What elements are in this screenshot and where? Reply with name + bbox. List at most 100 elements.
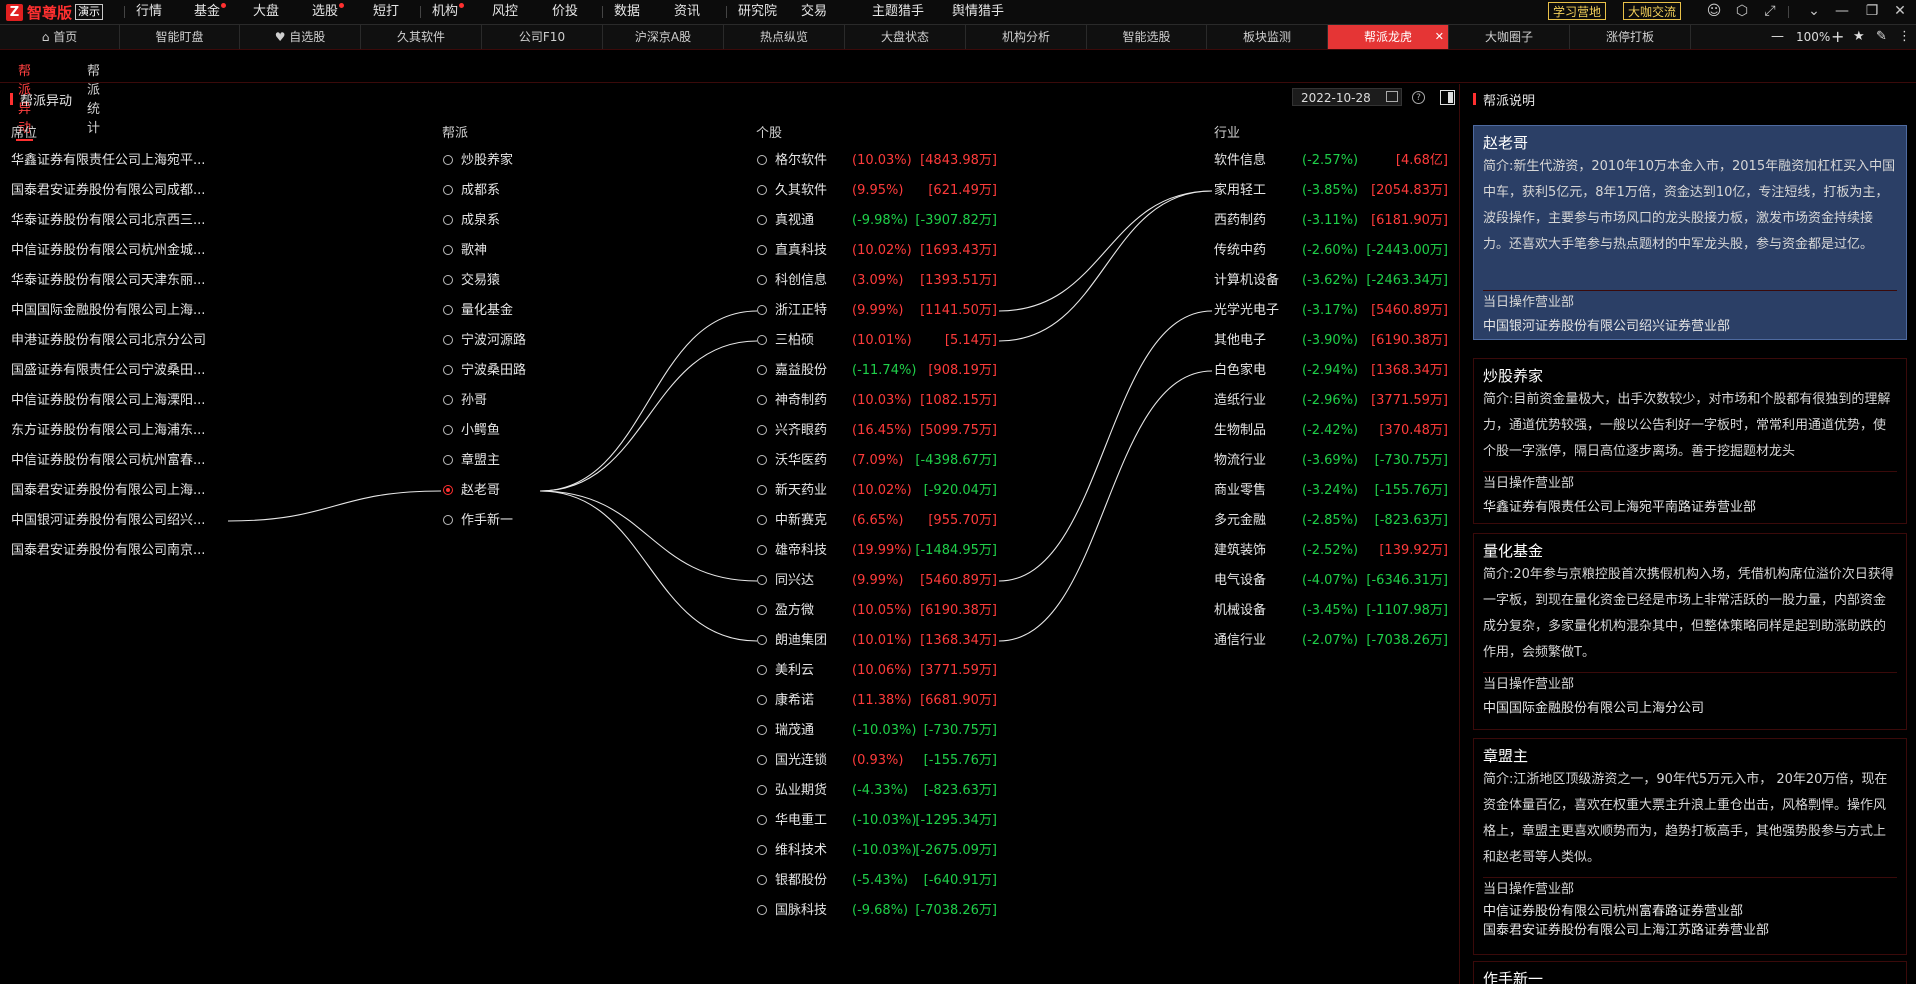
stock-row[interactable]: 神奇制药 (10.03%) [1082.15万] <box>757 391 997 411</box>
edit-icon[interactable]: ✎ <box>1876 29 1887 45</box>
radio-button[interactable] <box>443 335 453 345</box>
star-icon[interactable]: ★ <box>1853 29 1865 45</box>
seat-row[interactable]: 华泰证券股份有限公司北京西三... <box>11 211 205 231</box>
radio-button[interactable] <box>757 755 767 765</box>
industry-row[interactable]: 多元金融 (-2.85%) [-823.63万] <box>1214 511 1448 531</box>
close-icon[interactable]: ✕ <box>1892 3 1908 19</box>
industry-row[interactable]: 电气设备 (-4.07%) [-6346.31万] <box>1214 571 1448 591</box>
seat-row[interactable]: 中信证券股份有限公司杭州金城... <box>11 241 205 261</box>
radio-button[interactable] <box>757 515 767 525</box>
settings-icon[interactable]: ⬡ <box>1734 3 1750 19</box>
seat-row[interactable]: 国泰君安证券股份有限公司成都... <box>11 181 205 201</box>
gang-row[interactable]: 作手新一 <box>443 511 513 531</box>
industry-row[interactable]: 造纸行业 (-2.96%) [3771.59万] <box>1214 391 1448 411</box>
industry-row[interactable]: 计算机设备 (-3.62%) [-2463.34万] <box>1214 271 1448 291</box>
seat-row[interactable]: 中信证券股份有限公司杭州富春... <box>11 451 205 471</box>
radio-button[interactable] <box>757 275 767 285</box>
stock-row[interactable]: 维科技术 (-10.03%) [-2675.09万] <box>757 841 997 861</box>
radio-button[interactable] <box>757 575 767 585</box>
gang-card[interactable]: 章盟主 简介:江浙地区顶级游资之一，90年代5万元入市， 20年20万倍，现在资金… <box>1473 738 1907 955</box>
industry-row[interactable]: 机械设备 (-3.45%) [-1107.98万] <box>1214 601 1448 621</box>
minimize-icon[interactable]: — <box>1834 3 1850 19</box>
gang-card[interactable]: 赵老哥 简介:新生代游资，2010年10万本金入市，2015年融资加杠杠买入中国中… <box>1473 125 1907 340</box>
stock-row[interactable]: 格尔软件 (10.03%) [4843.98万] <box>757 151 997 171</box>
stock-row[interactable]: 三柏硕 (10.01%) [5.14万] <box>757 331 997 351</box>
industry-row[interactable]: 商业零售 (-3.24%) [-155.76万] <box>1214 481 1448 501</box>
industry-row[interactable]: 家用轻工 (-3.85%) [2054.83万] <box>1214 181 1448 201</box>
more-icon[interactable]: ⋮ <box>1898 29 1911 45</box>
industry-row[interactable]: 软件信息 (-2.57%) [4.68亿] <box>1214 151 1448 171</box>
stock-row[interactable]: 华电重工 (-10.03%) [-1295.34万] <box>757 811 997 831</box>
industry-row[interactable]: 光学光电子 (-3.17%) [5460.89万] <box>1214 301 1448 321</box>
radio-button[interactable] <box>443 425 453 435</box>
stock-row[interactable]: 国脉科技 (-9.68%) [-7038.26万] <box>757 901 997 921</box>
stock-row[interactable]: 瑞茂通 (-10.03%) [-730.75万] <box>757 721 997 741</box>
seat-row[interactable]: 申港证券股份有限公司北京分公司 <box>11 331 206 351</box>
study-camp-button[interactable]: 学习营地 <box>1548 2 1607 20</box>
gang-card[interactable]: 量化基金 简介:20年参与京粮控股首次携假机构入场，凭借机构席位溢价次日获得一字板… <box>1473 533 1907 730</box>
seat-row[interactable]: 华泰证券股份有限公司天津东丽... <box>11 271 205 291</box>
stock-row[interactable]: 兴齐眼药 (16.45%) [5099.75万] <box>757 421 997 441</box>
industry-row[interactable]: 建筑装饰 (-2.52%) [139.92万] <box>1214 541 1448 561</box>
industry-row[interactable]: 通信行业 (-2.07%) [-7038.26万] <box>1214 631 1448 651</box>
seat-row[interactable]: 中信证券股份有限公司上海溧阳... <box>11 391 205 411</box>
stock-row[interactable]: 嘉益股份 (-11.74%) [908.19万] <box>757 361 997 381</box>
radio-button[interactable] <box>443 455 453 465</box>
gang-row[interactable]: 孙哥 <box>443 391 487 411</box>
gang-row[interactable]: 量化基金 <box>443 301 513 321</box>
stock-row[interactable]: 科创信息 (3.09%) [1393.51万] <box>757 271 997 291</box>
radio-button[interactable] <box>757 185 767 195</box>
chevron-down-icon[interactable]: ⌄ <box>1806 3 1822 19</box>
radio-button[interactable] <box>757 215 767 225</box>
stock-row[interactable]: 盈方微 (10.05%) [6190.38万] <box>757 601 997 621</box>
radio-button[interactable] <box>757 485 767 495</box>
seat-row[interactable]: 华鑫证券有限责任公司上海宛平... <box>11 151 205 171</box>
restore-icon[interactable]: ❐ <box>1864 3 1880 19</box>
gang-row[interactable]: 宁波河源路 <box>443 331 526 351</box>
zoom-out-icon[interactable]: — <box>1771 29 1784 45</box>
shrink-icon[interactable]: ⤢ <box>1762 3 1778 19</box>
gang-card[interactable]: 炒股养家 简介:目前资金量极大，出手次数较少，对市场和个股都有很独到的理解力，通道… <box>1473 358 1907 524</box>
radio-button[interactable] <box>757 875 767 885</box>
seat-row[interactable]: 国泰君安证券股份有限公司上海... <box>11 481 205 501</box>
radio-button[interactable] <box>757 455 767 465</box>
industry-row[interactable]: 传统中药 (-2.60%) [-2443.00万] <box>1214 241 1448 261</box>
radio-button[interactable] <box>757 245 767 255</box>
stock-row[interactable]: 直真科技 (10.02%) [1693.43万] <box>757 241 997 261</box>
seat-row[interactable]: 中国国际金融股份有限公司上海... <box>11 301 205 321</box>
radio-button[interactable] <box>757 545 767 555</box>
seat-row[interactable]: 国泰君安证券股份有限公司南京... <box>11 541 205 561</box>
gang-row[interactable]: 宁波桑田路 <box>443 361 526 381</box>
stock-row[interactable]: 雄帝科技 (19.99%) [-1484.95万] <box>757 541 997 561</box>
radio-button[interactable] <box>757 785 767 795</box>
gang-row[interactable]: 成泉系 <box>443 211 500 231</box>
stock-row[interactable]: 美利云 (10.06%) [3771.59万] <box>757 661 997 681</box>
gang-row[interactable]: 赵老哥 <box>443 481 500 501</box>
radio-button[interactable] <box>757 605 767 615</box>
radio-button[interactable] <box>757 845 767 855</box>
radio-button[interactable] <box>757 665 767 675</box>
radio-button[interactable] <box>757 815 767 825</box>
tab-13[interactable]: 涨停打板 <box>1570 25 1691 49</box>
radio-button[interactable] <box>443 215 453 225</box>
radio-button[interactable] <box>757 395 767 405</box>
radio-button[interactable] <box>757 695 767 705</box>
industry-row[interactable]: 生物制品 (-2.42%) [370.48万] <box>1214 421 1448 441</box>
radio-button[interactable] <box>443 485 453 495</box>
tab-12[interactable]: 大咖圈子 <box>1449 25 1570 49</box>
stock-row[interactable]: 国光连锁 (0.93%) [-155.76万] <box>757 751 997 771</box>
stock-row[interactable]: 朗迪集团 (10.01%) [1368.34万] <box>757 631 997 651</box>
industry-row[interactable]: 西药制药 (-3.11%) [6181.90万] <box>1214 211 1448 231</box>
radio-button[interactable] <box>443 365 453 375</box>
gang-row[interactable]: 炒股养家 <box>443 151 513 171</box>
radio-button[interactable] <box>443 155 453 165</box>
radio-button[interactable] <box>443 245 453 255</box>
seat-row[interactable]: 东方证券股份有限公司上海浦东... <box>11 421 205 441</box>
stock-row[interactable]: 银都股份 (-5.43%) [-640.91万] <box>757 871 997 891</box>
user-icon[interactable]: ☺ <box>1706 3 1722 19</box>
radio-button[interactable] <box>443 515 453 525</box>
industry-row[interactable]: 其他电子 (-3.90%) [6190.38万] <box>1214 331 1448 351</box>
expert-chat-button[interactable]: 大咖交流 <box>1623 2 1682 20</box>
gang-row[interactable]: 交易猿 <box>443 271 500 291</box>
industry-row[interactable]: 物流行业 (-3.69%) [-730.75万] <box>1214 451 1448 471</box>
